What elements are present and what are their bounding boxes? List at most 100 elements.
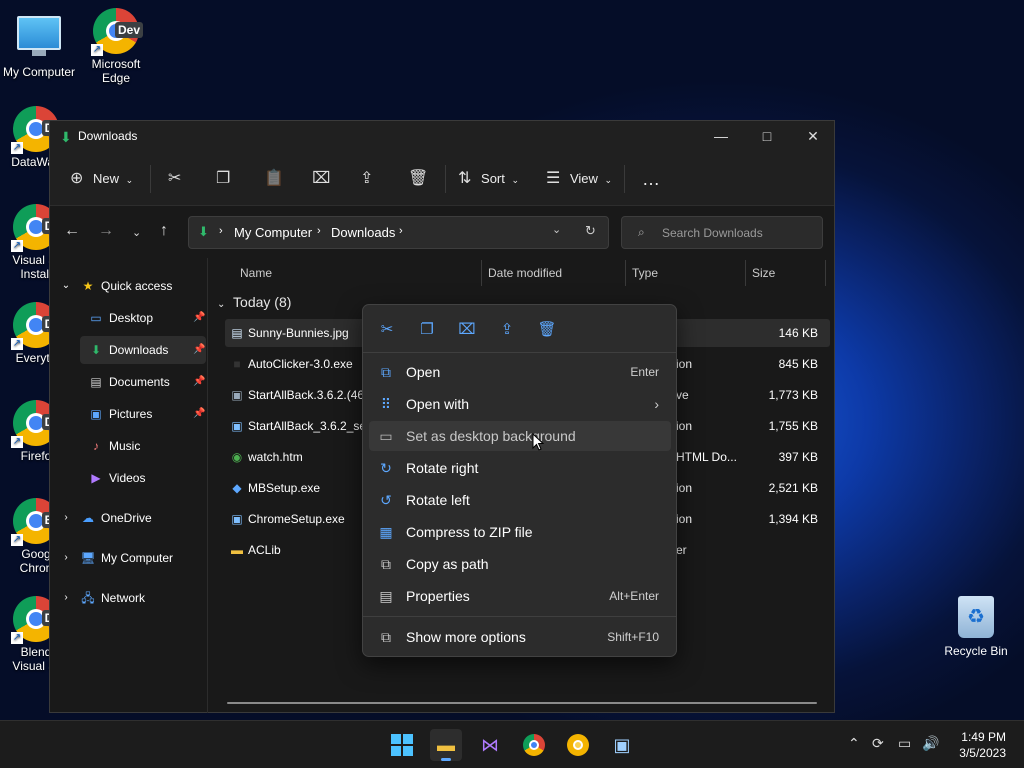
nav-quick-access[interactable]: ⌄ ★ Quick access bbox=[50, 272, 208, 300]
menu-item-compress-zip[interactable]: ▦ Compress to ZIP file bbox=[369, 517, 671, 547]
view-button-label: View bbox=[569, 171, 598, 186]
monitor-icon[interactable]: ▭ bbox=[898, 735, 911, 752]
horizontal-scrollbar[interactable] bbox=[227, 702, 817, 704]
share-icon[interactable]: ⇪ bbox=[492, 318, 522, 342]
file-type: ion bbox=[676, 481, 693, 495]
context-menu: ✂ ❐ ⌧ ⇪ 🗑 ⧉ Open Enter ⠿ Open with › ▭ S… bbox=[362, 304, 677, 657]
windows-logo-icon bbox=[391, 734, 413, 756]
menu-item-open-with[interactable]: ⠿ Open with › bbox=[369, 389, 671, 419]
nav-item-label: Downloads bbox=[109, 343, 169, 357]
menu-item-label: Open with bbox=[406, 396, 470, 412]
column-header-size[interactable]: Size bbox=[752, 266, 775, 280]
open-with-icon: ⠿ bbox=[380, 396, 392, 412]
nav-item-my-computer[interactable]: › 🖥 My Computer bbox=[50, 544, 208, 572]
copy-icon: ❐ bbox=[216, 170, 231, 187]
file-type: HTML Do... bbox=[676, 450, 737, 464]
delete-button[interactable]: 🗑 bbox=[408, 167, 428, 191]
more-options-icon: ⧉ bbox=[381, 629, 391, 645]
share-button[interactable]: ⇪ bbox=[360, 167, 373, 191]
desktop-icon-my-computer[interactable]: My Computer bbox=[1, 10, 77, 79]
nav-item-label: OneDrive bbox=[101, 511, 152, 525]
mouse-cursor-icon bbox=[532, 433, 544, 451]
nav-item-pictures[interactable]: ▣ Pictures 📌 bbox=[50, 400, 208, 428]
desktop-icon-edge[interactable]: Dev ↗ Microsoft Edge bbox=[78, 8, 154, 85]
cut-icon[interactable]: ✂ bbox=[372, 318, 402, 342]
sort-button[interactable]: ⇅ Sort ⌄ bbox=[458, 167, 519, 191]
file-type: er bbox=[676, 543, 687, 557]
menu-item-rotate-left[interactable]: ↺ Rotate left bbox=[369, 485, 671, 515]
group-header[interactable]: ⌄ Today (8) bbox=[217, 294, 291, 310]
back-arrow-icon[interactable]: ← bbox=[64, 222, 80, 240]
address-bar[interactable]: ⬇ › My Computer › Downloads › ⌄ ↻ bbox=[188, 216, 609, 249]
nav-item-network[interactable]: › 🖧 Network bbox=[50, 584, 208, 612]
visual-studio-icon: ⋈ bbox=[481, 735, 499, 755]
desktop-icon-label: My Computer bbox=[2, 65, 76, 79]
see-more-button[interactable]: … bbox=[642, 167, 660, 191]
nav-item-documents[interactable]: ▤ Documents 📌 bbox=[50, 368, 208, 396]
cut-button[interactable]: ✂ bbox=[168, 167, 181, 191]
paste-button[interactable]: 📋 bbox=[264, 167, 284, 191]
nav-item-onedrive[interactable]: › ☁ OneDrive bbox=[50, 504, 208, 532]
chevron-right-icon: › bbox=[64, 552, 68, 563]
up-arrow-icon[interactable]: ↑ bbox=[160, 222, 168, 240]
scissors-icon: ✂ bbox=[168, 170, 182, 187]
column-header-name[interactable]: Name bbox=[240, 266, 272, 280]
start-button[interactable] bbox=[386, 729, 418, 761]
chevron-right-icon: › bbox=[64, 592, 68, 603]
view-icon: ☰ bbox=[546, 170, 561, 187]
nav-item-desktop[interactable]: ▭ Desktop 📌 bbox=[50, 304, 208, 332]
taskbar-file-explorer[interactable]: ▬ bbox=[430, 729, 462, 761]
file-name: StartAllBack_3.6.2_setu bbox=[248, 419, 377, 433]
menu-item-properties[interactable]: ▤ Properties Alt+Enter bbox=[369, 581, 671, 611]
copy-button[interactable]: ❐ bbox=[216, 167, 230, 191]
view-button[interactable]: ☰ View ⌄ bbox=[546, 167, 612, 191]
rename-icon[interactable]: ⌧ bbox=[452, 318, 482, 342]
menu-item-rotate-right[interactable]: ↻ Rotate right bbox=[369, 453, 671, 483]
address-history-chevron-icon[interactable]: ⌄ bbox=[552, 223, 561, 236]
rotate-right-icon: ↻ bbox=[380, 460, 392, 476]
column-header-date[interactable]: Date modified bbox=[488, 266, 562, 280]
search-input[interactable]: ⌕ Search Downloads bbox=[621, 216, 823, 249]
download-icon: ⬇ bbox=[60, 129, 72, 145]
forward-arrow-icon[interactable]: → bbox=[98, 222, 114, 240]
update-icon[interactable]: ⟳ bbox=[872, 735, 884, 752]
volume-icon[interactable]: 🔊 bbox=[922, 735, 939, 752]
breadcrumb-downloads[interactable]: Downloads bbox=[331, 225, 395, 240]
nav-item-downloads[interactable]: ⬇ Downloads 📌 bbox=[80, 336, 206, 364]
taskbar-chrome-canary[interactable] bbox=[562, 729, 594, 761]
nav-item-videos[interactable]: ▶ Videos bbox=[50, 464, 208, 492]
minimize-button[interactable]: — bbox=[698, 121, 744, 151]
nav-item-music[interactable]: ♪ Music bbox=[50, 432, 208, 460]
title-bar[interactable]: ⬇ Downloads — □ ✕ bbox=[50, 121, 834, 151]
breadcrumb-my-computer[interactable]: My Computer bbox=[234, 225, 312, 240]
taskbar-photos[interactable]: ▣ bbox=[606, 729, 638, 761]
search-placeholder: Search Downloads bbox=[662, 226, 763, 240]
breadcrumb-separator-icon: › bbox=[317, 225, 321, 237]
folder-icon: ▬ bbox=[231, 543, 243, 557]
menu-item-copy-as-path[interactable]: ⧉ Copy as path bbox=[369, 549, 671, 579]
refresh-icon[interactable]: ↻ bbox=[585, 223, 596, 239]
nav-item-label: Documents bbox=[109, 375, 170, 389]
menu-item-label: Show more options bbox=[406, 629, 526, 645]
maximize-button[interactable]: □ bbox=[744, 121, 790, 151]
menu-item-show-more-options[interactable]: ⧉ Show more options Shift+F10 bbox=[369, 622, 671, 652]
taskbar-chrome[interactable] bbox=[518, 729, 550, 761]
trash-icon[interactable]: 🗑 bbox=[532, 318, 562, 342]
rename-button[interactable]: ⌧ bbox=[312, 167, 330, 191]
recent-locations-icon[interactable]: ⌄ bbox=[132, 226, 141, 239]
new-button[interactable]: ⊕ New ⌄ bbox=[70, 167, 133, 191]
desktop-icon-recycle-bin[interactable]: ♻ Recycle Bin bbox=[938, 596, 1014, 658]
close-button[interactable]: ✕ bbox=[790, 121, 836, 151]
taskbar-visual-studio[interactable]: ⋈ bbox=[474, 729, 506, 761]
menu-item-set-desktop-background[interactable]: ▭ Set as desktop background bbox=[369, 421, 671, 451]
menu-item-open[interactable]: ⧉ Open Enter bbox=[369, 357, 671, 387]
copy-icon[interactable]: ❐ bbox=[412, 318, 442, 342]
file-size: 1,755 KB bbox=[768, 419, 818, 433]
monitor-icon bbox=[16, 16, 62, 62]
system-clock[interactable]: 1:49 PM 3/5/2023 bbox=[959, 729, 1006, 761]
chevron-down-icon: ⌄ bbox=[604, 175, 613, 185]
chevron-up-icon[interactable]: ⌃ bbox=[848, 735, 860, 752]
clock-date: 3/5/2023 bbox=[959, 746, 1006, 760]
column-header-type[interactable]: Type bbox=[632, 266, 658, 280]
nav-item-label: Quick access bbox=[101, 279, 173, 293]
